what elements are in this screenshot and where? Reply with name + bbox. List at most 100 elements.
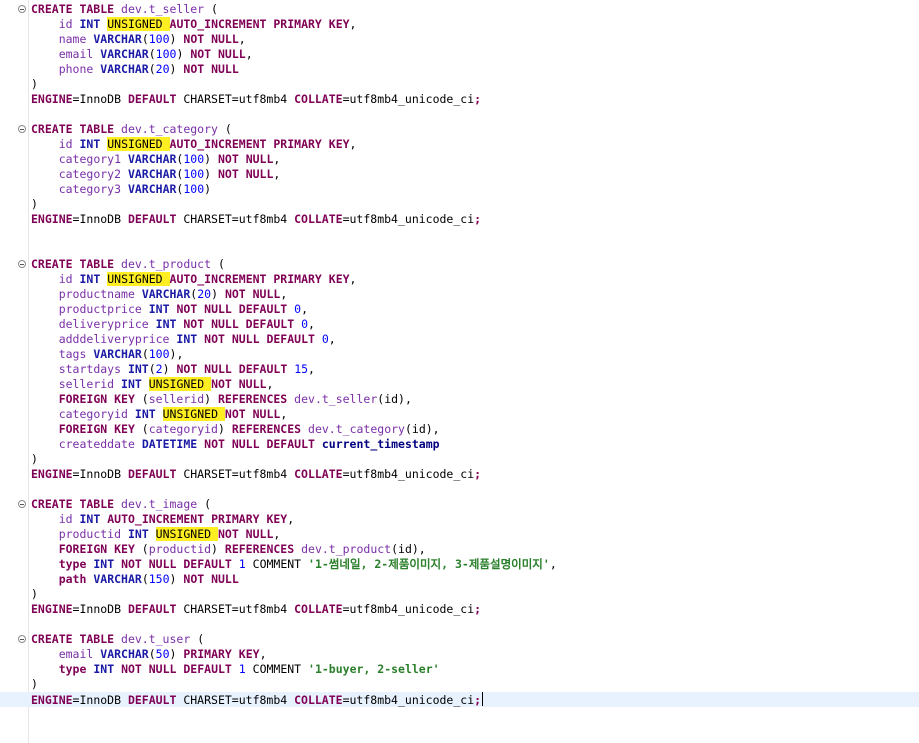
code-line-text: productid INT UNSIGNED NOT NULL, xyxy=(31,527,280,542)
code-line[interactable]: ENGINE=InnoDB DEFAULT CHARSET=utf8mb4 CO… xyxy=(0,467,919,482)
code-token: CHARSET=utf8mb4 xyxy=(176,212,295,226)
code-line[interactable]: FOREIGN KEY (categoryid) REFERENCES dev.… xyxy=(0,422,919,437)
code-token: COLLATE xyxy=(294,212,343,226)
code-token: ; xyxy=(474,693,482,707)
code-token: (id), xyxy=(391,542,426,556)
code-token: AUTO_INCREMENT PRIMARY KEY xyxy=(107,512,288,526)
code-token: CREATE TABLE xyxy=(31,632,122,646)
code-line-text: FOREIGN KEY (sellerid) REFERENCES dev.t_… xyxy=(31,392,412,407)
code-token: NOT NULL xyxy=(224,407,281,421)
code-token: VARCHAR xyxy=(93,347,142,361)
code-line[interactable]: id INT UNSIGNED AUTO_INCREMENT PRIMARY K… xyxy=(0,272,919,287)
fold-toggle-icon[interactable] xyxy=(18,260,26,268)
code-line[interactable]: ) xyxy=(0,587,919,602)
code-token: VARCHAR xyxy=(93,572,142,586)
code-token: NOT NULL DEFAULT xyxy=(204,332,315,346)
code-line[interactable]: CREATE TABLE dev.t_category ( xyxy=(0,122,919,137)
code-token: ), xyxy=(169,347,184,361)
code-line[interactable]: FOREIGN KEY (sellerid) REFERENCES dev.t_… xyxy=(0,392,919,407)
code-line[interactable] xyxy=(0,242,919,257)
fold-toggle-icon[interactable] xyxy=(18,635,26,643)
code-line[interactable] xyxy=(0,107,919,122)
code-token: NOT NULL DEFAULT xyxy=(176,362,288,376)
code-line[interactable]: FOREIGN KEY (productid) REFERENCES dev.t… xyxy=(0,542,919,557)
code-line[interactable]: ENGINE=InnoDB DEFAULT CHARSET=utf8mb4 CO… xyxy=(0,602,919,617)
code-token: productid xyxy=(58,527,122,541)
code-token: (id), xyxy=(377,392,412,406)
code-line-text: ENGINE=InnoDB DEFAULT CHARSET=utf8mb4 CO… xyxy=(31,467,481,482)
fold-toggle-icon[interactable] xyxy=(18,125,26,133)
search-highlight: UNSIGNED xyxy=(107,17,170,31)
code-line[interactable]: id INT UNSIGNED AUTO_INCREMENT PRIMARY K… xyxy=(0,17,919,32)
code-token: VARCHAR xyxy=(127,167,177,181)
code-line[interactable]: email VARCHAR(100) NOT NULL, xyxy=(0,47,919,62)
code-token: REFERENCES xyxy=(224,542,295,556)
code-line[interactable]: type INT NOT NULL DEFAULT 1 COMMENT '1-썸… xyxy=(0,557,919,572)
code-line[interactable]: category1 VARCHAR(100) NOT NULL, xyxy=(0,152,919,167)
code-line[interactable]: CREATE TABLE dev.t_seller ( xyxy=(0,2,919,17)
code-line[interactable]: ) xyxy=(0,452,919,467)
code-line[interactable]: tags VARCHAR(100), xyxy=(0,347,919,362)
code-line[interactable]: adddeliveryprice INT NOT NULL DEFAULT 0, xyxy=(0,332,919,347)
code-line[interactable]: productprice INT NOT NULL DEFAULT 0, xyxy=(0,302,919,317)
code-line-text: CREATE TABLE dev.t_product ( xyxy=(31,257,225,272)
code-token: ; xyxy=(474,92,482,106)
code-line[interactable]: CREATE TABLE dev.t_image ( xyxy=(0,497,919,512)
code-line[interactable]: ) xyxy=(0,677,919,692)
search-highlight: UNSIGNED xyxy=(107,137,170,151)
code-line[interactable]: phone VARCHAR(20) NOT NULL xyxy=(0,62,919,77)
code-line-text: adddeliveryprice INT NOT NULL DEFAULT 0, xyxy=(31,332,336,347)
code-line-text: email VARCHAR(100) NOT NULL, xyxy=(31,47,253,62)
code-line[interactable]: id INT UNSIGNED AUTO_INCREMENT PRIMARY K… xyxy=(0,137,919,152)
code-line[interactable]: category3 VARCHAR(100) xyxy=(0,182,919,197)
code-token: =InnoDB xyxy=(72,92,128,106)
code-line[interactable]: ENGINE=InnoDB DEFAULT CHARSET=utf8mb4 CO… xyxy=(0,212,919,227)
code-line[interactable]: CREATE TABLE dev.t_user ( xyxy=(0,632,919,647)
code-token: category3 xyxy=(58,182,122,196)
fold-toggle-icon[interactable] xyxy=(18,500,26,508)
code-line[interactable]: name VARCHAR(100) NOT NULL, xyxy=(0,32,919,47)
code-line[interactable]: CREATE TABLE dev.t_product ( xyxy=(0,257,919,272)
code-line[interactable]: categoryid INT UNSIGNED NOT NULL, xyxy=(0,407,919,422)
code-token: =InnoDB xyxy=(72,602,128,616)
code-line[interactable]: category2 VARCHAR(100) NOT NULL, xyxy=(0,167,919,182)
code-line[interactable]: ) xyxy=(0,77,919,92)
code-line[interactable]: email VARCHAR(50) PRIMARY KEY, xyxy=(0,647,919,662)
code-line[interactable]: createddate DATETIME NOT NULL DEFAULT cu… xyxy=(0,437,919,452)
code-line-text: id INT UNSIGNED AUTO_INCREMENT PRIMARY K… xyxy=(31,272,356,287)
code-line[interactable]: sellerid INT UNSIGNED NOT NULL, xyxy=(0,377,919,392)
code-line[interactable]: ) xyxy=(0,197,919,212)
code-token: ) xyxy=(169,62,184,76)
code-token: VARCHAR xyxy=(100,647,149,661)
sql-editor[interactable]: CREATE TABLE dev.t_seller ( id INT UNSIG… xyxy=(0,0,919,743)
code-token: path xyxy=(58,572,87,586)
code-token: , xyxy=(349,17,357,31)
code-line[interactable] xyxy=(0,617,919,632)
code-token: ( xyxy=(217,122,232,136)
code-token: ) xyxy=(31,77,38,91)
code-line[interactable]: startdays INT(2) NOT NULL DEFAULT 15, xyxy=(0,362,919,377)
code-line[interactable]: productid INT UNSIGNED NOT NULL, xyxy=(0,527,919,542)
code-line-text: email VARCHAR(50) PRIMARY KEY, xyxy=(31,647,267,662)
code-line[interactable]: path VARCHAR(150) NOT NULL xyxy=(0,572,919,587)
code-token: INT xyxy=(155,317,177,331)
code-line[interactable] xyxy=(0,482,919,497)
code-line[interactable]: productname VARCHAR(20) NOT NULL, xyxy=(0,287,919,302)
code-line[interactable]: type INT NOT NULL DEFAULT 1 COMMENT '1-b… xyxy=(0,662,919,677)
code-token: CREATE TABLE xyxy=(31,257,122,271)
code-token: COMMENT xyxy=(245,662,309,676)
code-line-text: type INT NOT NULL DEFAULT 1 COMMENT '1-b… xyxy=(31,662,440,677)
code-line[interactable]: id INT AUTO_INCREMENT PRIMARY KEY, xyxy=(0,512,919,527)
code-line[interactable]: ENGINE=InnoDB DEFAULT CHARSET=utf8mb4 CO… xyxy=(0,92,919,107)
fold-toggle-icon[interactable] xyxy=(18,5,26,13)
code-line[interactable]: deliveryprice INT NOT NULL DEFAULT 0, xyxy=(0,317,919,332)
code-line-current[interactable]: ENGINE=InnoDB DEFAULT CHARSET=utf8mb4 CO… xyxy=(0,692,919,707)
code-line[interactable] xyxy=(0,227,919,242)
